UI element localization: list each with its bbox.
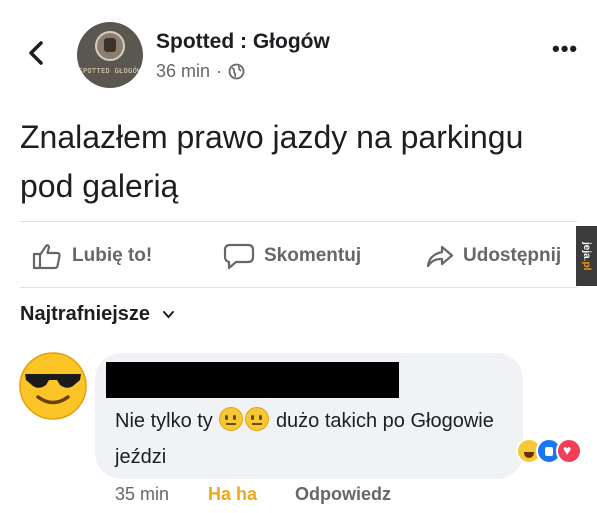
more-dots-icon: ••• (552, 36, 579, 61)
divider-top (20, 221, 577, 222)
comment-text: Nie tylko ty dużo takich po Głogowie jeź… (115, 403, 515, 475)
post-meta: 36 min · (156, 61, 245, 82)
neutral-face-emoji (219, 407, 244, 431)
share-button[interactable]: Udostępnij (425, 238, 576, 274)
share-label: Udostępnij (463, 245, 562, 266)
post-time[interactable]: 36 min (156, 61, 210, 82)
more-options-button[interactable]: ••• (552, 38, 578, 60)
post-text: Znalazłem prawo jazdy na parkingu pod ga… (20, 119, 524, 204)
share-arrow-icon (426, 245, 454, 268)
site-watermark: jeja.pl (576, 226, 597, 286)
redacted-author-name (106, 362, 399, 398)
avatar-logo-text: SPOTTED GŁOGÓW (78, 67, 142, 75)
avatar-portrait (95, 31, 125, 61)
back-button[interactable] (24, 38, 48, 68)
comment-button[interactable]: Skomentuj (222, 238, 361, 274)
chevron-left-icon (29, 41, 43, 65)
globe-icon (228, 63, 245, 80)
comment-text-start: Nie tylko ty (115, 410, 213, 432)
like-button[interactable]: Lubię to! (32, 238, 152, 274)
comment-haha-button[interactable]: Ha ha (208, 484, 257, 505)
page-name[interactable]: Spotted : Głogów (156, 30, 330, 54)
sunglasses-emoji-avatar[interactable] (17, 350, 89, 422)
speech-bubble-icon (223, 243, 255, 270)
sort-label: Najtrafniejsze (20, 303, 151, 325)
love-reaction-icon (556, 438, 582, 464)
divider-bottom (20, 287, 577, 288)
chevron-down-icon (163, 311, 175, 319)
like-label: Lubię to! (72, 245, 153, 266)
comments-sort-dropdown[interactable]: Najtrafniejsze (20, 303, 175, 326)
comment-reply-button[interactable]: Odpowiedz (295, 484, 391, 505)
comment-reactions[interactable] (516, 436, 582, 466)
comment-label: Skomentuj (264, 245, 362, 266)
thumbs-up-icon (32, 244, 61, 270)
page-avatar[interactable]: SPOTTED GŁOGÓW (77, 22, 143, 88)
meta-separator: · (216, 61, 223, 81)
comment-time[interactable]: 35 min (115, 484, 169, 505)
neutral-face-emoji (245, 407, 270, 431)
